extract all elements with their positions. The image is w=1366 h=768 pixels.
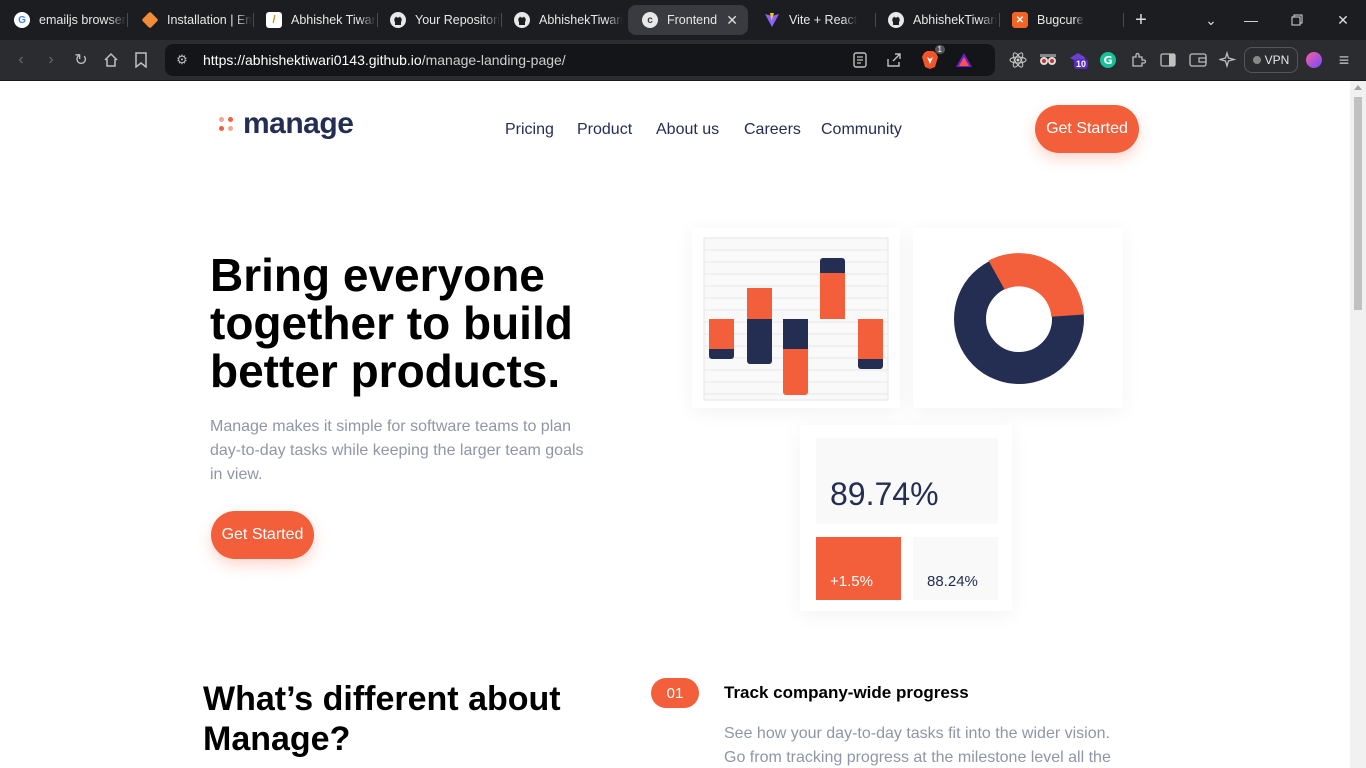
brave-rewards-icon[interactable] [953,49,975,71]
site-logo[interactable]: manage [219,107,354,141]
bar-chart-card [692,228,900,408]
page-icon: / [266,12,282,28]
nav-community[interactable]: Community [821,121,902,139]
bugcure-icon: ✕ [1012,12,1028,28]
wallet-icon[interactable] [1188,50,1208,70]
forward-icon[interactable]: › [40,49,62,71]
tab-frontend[interactable]: c Frontend ✕ [628,5,748,35]
nav-about-us[interactable]: About us [656,121,719,139]
stat-change-value: +1.5% [830,573,873,590]
extension-badge: 10 [1074,59,1089,69]
restore-icon[interactable] [1285,8,1309,32]
feature-description: See how your day-to-day tasks fit into t… [724,725,1111,766]
nav-product[interactable]: Product [577,121,632,139]
tab-repositories[interactable]: Your Repositories [376,5,500,35]
bookmark-icon[interactable] [130,49,152,71]
address-bar[interactable]: ⚙ https://abhishektiwari0143.github.io/m… [165,44,995,76]
github-icon [514,12,530,28]
react-devtools-icon[interactable] [1008,50,1028,70]
tab-abhishektiwari[interactable]: AbhishekTiwari [500,5,624,35]
donut-chart-illustration [954,253,1084,384]
header-get-started-button[interactable]: Get Started [1035,105,1139,153]
donut-chart-card [913,228,1123,408]
home-icon[interactable] [100,49,122,71]
site-settings-icon[interactable]: ⚙ [171,49,193,71]
stat-change-box: +1.5% [816,537,901,600]
google-icon: G [14,12,30,28]
hero-description: Manage makes it simple for software team… [210,418,584,483]
tab-strip: G emailjs browser Installation | EmailJS… [0,0,1366,40]
reader-mode-icon[interactable] [849,49,871,71]
web-page: manage Pricing Product About us Careers … [0,81,1350,768]
tab-vite-react[interactable]: Vite + React [750,5,874,35]
vpn-status-icon [1252,56,1261,64]
page-scrollbar[interactable] [1350,81,1366,768]
github-icon [888,12,904,28]
emailjs-icon [141,11,159,29]
svg-text:G: G [1103,54,1112,67]
nav-careers[interactable]: Careers [744,121,801,139]
tab-installation[interactable]: Installation | EmailJS [128,5,252,35]
logo-mark-icon [219,117,233,131]
nav-pricing[interactable]: Pricing [505,121,554,139]
sidebar-toggle-icon[interactable] [1158,50,1178,70]
tab-list-chevron-icon[interactable]: ⌄ [1199,8,1223,32]
url-text: https://abhishektiwari0143.github.io/man… [203,52,566,68]
globe-icon: c [642,12,658,28]
brave-shields-icon[interactable]: 1 [919,45,945,71]
menu-icon[interactable]: ≡ [1334,50,1354,70]
stat-secondary-box: 88.24% [913,537,998,600]
browser-toolbar: ‹ › ↻ ⚙ https://abhishektiwari0143.githu… [0,40,1366,81]
extensions-puzzle-icon[interactable] [1128,50,1148,70]
tab-emailjs[interactable]: G emailjs browser [0,5,126,35]
scroll-thumb[interactable] [1354,97,1362,310]
share-icon[interactable] [883,49,905,71]
tab-bugcure[interactable]: ✕ Bugcure [998,5,1122,35]
hat-extension-icon[interactable]: 10 [1068,50,1089,70]
reload-icon[interactable]: ↻ [70,49,92,71]
leo-ai-icon[interactable] [1218,50,1238,70]
close-tab-icon[interactable]: ✕ [726,12,738,29]
close-window-icon[interactable]: ✕ [1331,8,1355,32]
stat-main-value: 89.74% [830,476,939,512]
profile-avatar-icon[interactable] [1304,50,1324,70]
brave-badge: 1 [934,45,945,54]
github-icon [390,12,406,28]
tab-separator [1123,13,1124,27]
back-icon[interactable]: ‹ [10,49,32,71]
scroll-up-arrow-icon[interactable] [1354,85,1362,90]
hero-title: Bring everyone together to build better … [210,249,573,397]
tab-abhishektiwari-2[interactable]: AbhishekTiwari [874,5,998,35]
minimize-icon[interactable]: — [1239,8,1263,32]
grammarly-icon[interactable]: G [1098,50,1118,70]
feature-title: Track company-wide progress [724,683,969,702]
bar-chart-illustration [703,237,889,401]
vpn-button[interactable]: VPN [1244,47,1298,73]
tab-abhishek-tiwari[interactable]: / Abhishek Tiwari [252,5,376,35]
stat-main-box: 89.74% [816,438,998,524]
hero-get-started-button[interactable]: Get Started [211,511,314,559]
stat-secondary-value: 88.24% [927,573,978,590]
vite-icon [764,12,780,28]
spy-extension-icon[interactable] [1038,50,1058,70]
feature-number-badge: 01 [651,678,699,708]
section-title: What’s different about Manage? [203,680,561,758]
new-tab-icon[interactable]: + [1129,8,1153,32]
